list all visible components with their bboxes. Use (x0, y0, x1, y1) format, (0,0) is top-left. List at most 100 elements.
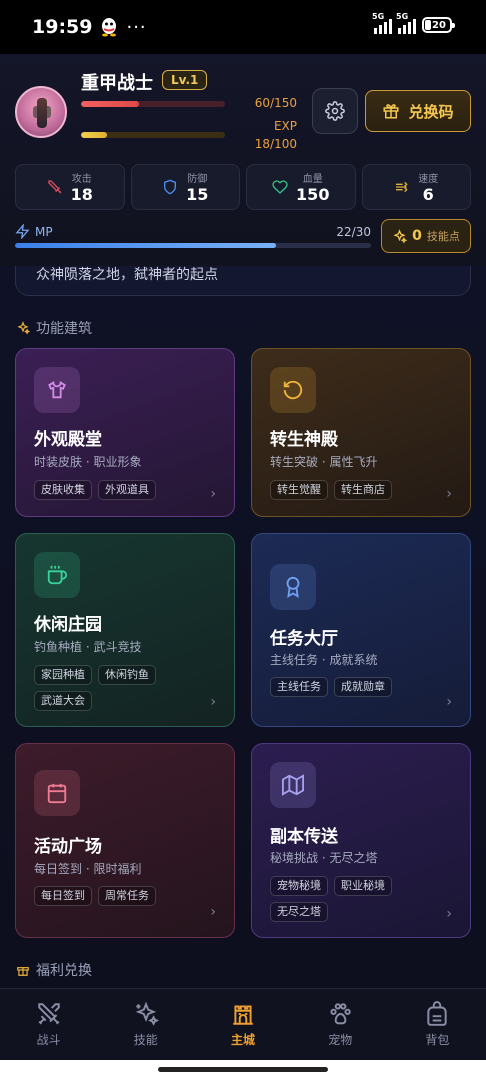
status-time: 19:59 (32, 16, 93, 38)
swords-icon (37, 1003, 60, 1025)
card-rebirth-icon-box (270, 367, 316, 413)
battery-level: 20 (432, 19, 446, 31)
card-manor-subtitle: 钓鱼种植 · 武斗竞技 (34, 640, 142, 654)
tag-martial-tournament[interactable]: 武道大会 (34, 691, 92, 711)
skill-points-button[interactable]: 0 技能点 (381, 219, 471, 253)
home-indicator[interactable] (158, 1067, 328, 1072)
heart-icon (272, 180, 288, 194)
tag-home-planting[interactable]: 家园种植 (34, 665, 92, 685)
card-dungeon-icon-box (270, 762, 316, 808)
exp-label: EXP (273, 119, 297, 133)
nav-main-city-label: 主城 (231, 1033, 256, 1047)
castle-icon (233, 1005, 253, 1025)
exp-value: 18/100 (254, 137, 297, 151)
map-icon (282, 774, 304, 796)
signal-2-label: 5G (396, 12, 409, 21)
gift-icon (17, 967, 29, 976)
status-bar: 19:59 ··· 5G 5G 20 (0, 0, 486, 54)
gift-icon (383, 104, 399, 119)
nav-pets[interactable]: 宠物 (292, 989, 389, 1060)
battery-icon: 20 (422, 17, 455, 33)
chevron-right-icon: › (210, 694, 216, 710)
tag-class-dungeon[interactable]: 职业秘境 (334, 876, 392, 896)
card-leisure-manor[interactable]: 休闲庄园 钓鱼种植 · 武斗竞技 家园种植 休闲钓鱼 武道大会 › (15, 533, 235, 727)
player-avatar[interactable] (15, 86, 67, 138)
stat-defense: 防御 15 (130, 164, 240, 210)
tag-weekly-task[interactable]: 周常任务 (98, 886, 156, 906)
main-content[interactable]: 众神陨落之地，弑神者的起点 功能建筑 外观殿堂 时装皮肤 · 职业形象 皮肤收集… (0, 266, 486, 988)
card-manor-icon-box (34, 552, 80, 598)
award-icon (286, 576, 300, 598)
lightning-icon (15, 224, 30, 239)
card-quest-icon-box (270, 564, 316, 610)
redeem-code-button[interactable]: 兑换码 (365, 90, 471, 132)
paw-icon (330, 1003, 351, 1025)
stat-speed-label: 速度 (418, 174, 439, 185)
tag-achievement-medal[interactable]: 成就勋章 (334, 677, 392, 697)
chevron-right-icon: › (210, 904, 216, 920)
skill-points-value: 0 (412, 228, 422, 244)
card-quest-subtitle: 主线任务 · 成就系统 (270, 653, 378, 667)
tag-daily-checkin[interactable]: 每日签到 (34, 886, 92, 906)
chevron-right-icon: › (446, 486, 452, 502)
nav-skills[interactable]: 技能 (97, 989, 194, 1060)
stat-hp-value: 150 (296, 185, 330, 204)
card-dungeon-subtitle: 秘境挑战 · 无尽之塔 (270, 851, 378, 865)
card-appearance-subtitle: 时装皮肤 · 职业形象 (34, 455, 142, 469)
tag-main-quest[interactable]: 主线任务 (270, 677, 328, 697)
section-welfare-header: 福利兑换 (16, 960, 92, 980)
card-manor-title: 休闲庄园 (34, 615, 102, 635)
hp-bar (81, 101, 225, 107)
hp-value: 60/150 (254, 96, 297, 110)
chevron-right-icon: › (446, 694, 452, 710)
status-more-icon: ··· (126, 16, 147, 38)
stat-hp-label: 血量 (302, 174, 323, 185)
tag-rebirth-shop[interactable]: 转生商店 (334, 480, 392, 500)
card-event-title: 活动广场 (34, 837, 102, 857)
backpack-icon (427, 1001, 448, 1026)
card-event-plaza[interactable]: 活动广场 每日签到 · 限时福利 每日签到 周常任务 › (15, 743, 235, 938)
nav-main-city[interactable]: 主城 (194, 989, 291, 1060)
tag-appearance-items[interactable]: 外观道具 (98, 480, 156, 500)
sparkle-icon (393, 228, 408, 244)
tag-leisure-fishing[interactable]: 休闲钓鱼 (98, 665, 156, 685)
skill-points-label: 技能点 (426, 230, 460, 243)
rotate-icon (283, 380, 303, 400)
tag-endless-tower[interactable]: 无尽之塔 (270, 902, 328, 922)
stat-attack-label: 攻击 (71, 174, 92, 185)
sword-icon (47, 180, 62, 194)
mp-value: 22/30 (336, 225, 371, 239)
gear-icon (325, 101, 345, 121)
nav-battle[interactable]: 战斗 (0, 989, 97, 1060)
signal-1-label: 5G (372, 12, 385, 21)
redeem-code-label: 兑换码 (408, 102, 454, 121)
card-appearance-icon-box (34, 367, 80, 413)
card-rebirth-temple[interactable]: 转生神殿 转生突破 · 属性飞升 转生觉醒 转生商店 › (251, 348, 471, 517)
card-event-subtitle: 每日签到 · 限时福利 (34, 862, 142, 876)
card-rebirth-title: 转生神殿 (270, 430, 338, 450)
sparkle-icon (17, 321, 30, 335)
stat-defense-label: 防御 (187, 174, 208, 185)
tag-skin-collection[interactable]: 皮肤收集 (34, 480, 92, 500)
cup-icon (47, 565, 68, 585)
nav-pets-label: 宠物 (328, 1033, 353, 1047)
nav-skills-label: 技能 (133, 1033, 158, 1047)
wind-icon (396, 181, 408, 193)
shield-icon (164, 179, 177, 195)
tag-rebirth-awaken[interactable]: 转生觉醒 (270, 480, 328, 500)
tag-pet-dungeon[interactable]: 宠物秘境 (270, 876, 328, 896)
section-buildings-title: 功能建筑 (36, 321, 92, 337)
card-appearance-hall[interactable]: 外观殿堂 时装皮肤 · 职业形象 皮肤收集 外观道具 › (15, 348, 235, 517)
section-buildings-header: 功能建筑 (16, 318, 92, 338)
sparkles-icon (135, 1001, 159, 1026)
card-dungeon-teleport[interactable]: 副本传送 秘境挑战 · 无尽之塔 宠物秘境 职业秘境 无尽之塔 › (251, 743, 471, 938)
settings-button[interactable] (312, 88, 358, 134)
nav-backpack[interactable]: 背包 (389, 989, 486, 1060)
level-badge: Lv.1 (162, 70, 208, 90)
player-name: 重甲战士 (81, 73, 153, 94)
card-dungeon-title: 副本传送 (270, 827, 338, 847)
chevron-right-icon: › (210, 486, 216, 502)
card-quest-hall[interactable]: 任务大厅 主线任务 · 成就系统 主线任务 成就勋章 › (251, 533, 471, 727)
mp-label: MP (35, 225, 53, 239)
calendar-icon (47, 783, 67, 804)
